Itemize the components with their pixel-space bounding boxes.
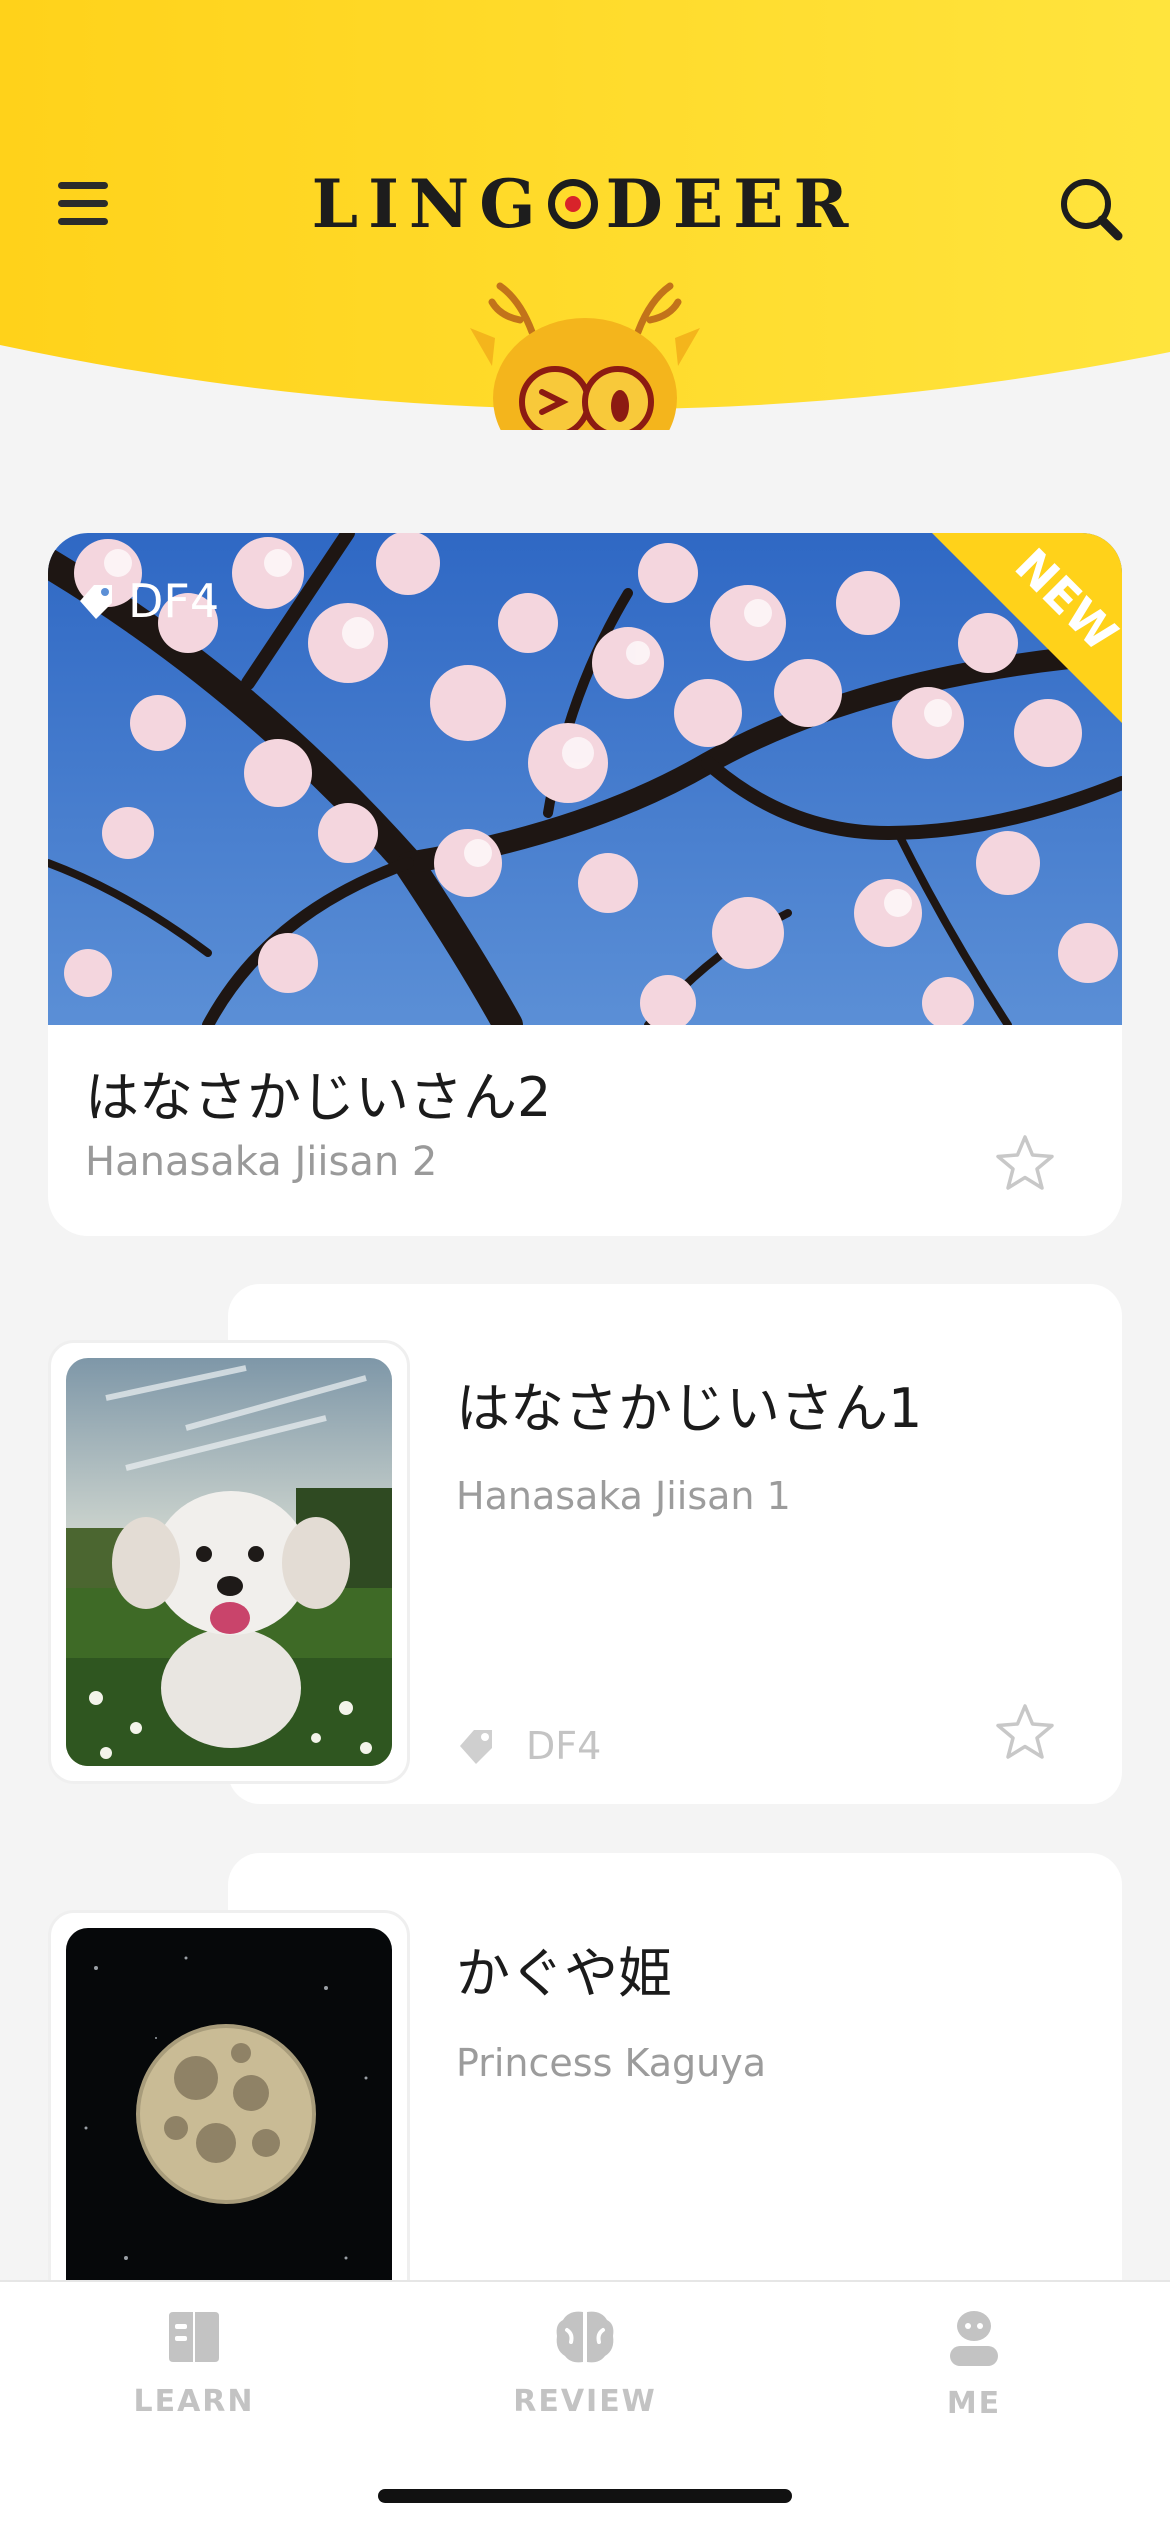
tab-me-label: ME [946,2386,1002,2421]
profile-icon [950,2311,998,2366]
level-tag-badge: DF4 [76,573,219,629]
home-indicator[interactable] [378,2489,792,2503]
dog-image [66,1358,392,1766]
tab-me[interactable]: ME [854,2308,1094,2438]
story-title: はなさかじいさん1 [456,1377,923,1440]
search-icon[interactable] [1056,174,1126,244]
logo-o-icon [547,179,598,229]
menu-icon[interactable] [52,178,116,230]
book-icon [169,2312,219,2362]
tag-icon [80,585,112,619]
tag-icon [460,1730,492,1764]
moon-image [66,1928,392,2336]
app-logo: LING DEER [300,165,870,245]
level-tag-label: DF4 [128,574,220,628]
featured-story-card[interactable]: DF4 NEW はなさかじいさん2 Hanasaka Jiisan 2 [48,533,1122,1236]
story-thumbnail[interactable] [48,1340,410,1784]
logo-text-right: DEER [605,165,859,243]
story-subtitle: Princess Kaguya [456,2041,766,2085]
tab-review[interactable]: REVIEW [465,2308,705,2438]
favorite-star-icon[interactable] [994,1133,1056,1195]
tab-review-label: REVIEW [513,2384,657,2419]
favorite-star-icon[interactable] [994,1702,1056,1764]
tab-learn-label: LEARN [133,2384,255,2419]
story-tag-label: DF4 [526,1724,602,1768]
featured-subtitle: Hanasaka Jiisan 2 [85,1139,438,1185]
tab-learn[interactable]: LEARN [74,2308,314,2438]
featured-title: はなさかじいさん2 [85,1066,552,1129]
brain-icon [556,2311,614,2363]
story-level-tag: DF4 [456,1724,601,1768]
new-ribbon-badge: NEW [932,533,1122,723]
story-title: かぐや姫 [456,1942,672,2005]
logo-text-left: LING [311,165,546,243]
deer-mascot-icon [470,282,700,430]
story-subtitle: Hanasaka Jiisan 1 [456,1474,791,1518]
app-header: LING DEER [0,0,1170,440]
